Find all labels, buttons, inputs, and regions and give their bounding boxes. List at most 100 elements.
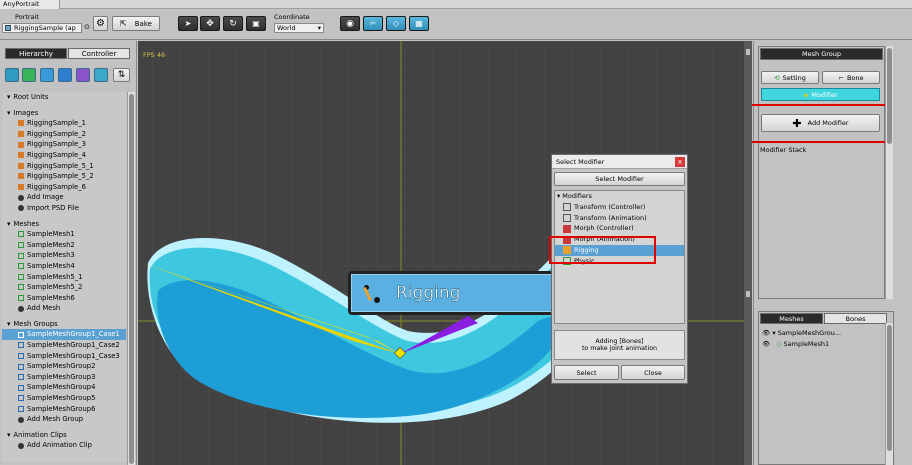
- list-item[interactable]: SampleMeshGroup4: [2, 382, 126, 393]
- section-title: Images: [13, 108, 39, 117]
- mesh-icon: [18, 242, 24, 249]
- list-item[interactable]: SampleMeshGroup1_Case3: [2, 351, 126, 362]
- list-item[interactable]: SampleMesh5_2: [2, 282, 126, 293]
- modifier-label: Transform (Controller): [574, 202, 646, 211]
- rotate-icon: ↻: [229, 18, 237, 29]
- list-item[interactable]: RiggingSample_1: [2, 118, 126, 129]
- add-image-item[interactable]: Add Image: [2, 192, 126, 203]
- filter-images-button[interactable]: [5, 68, 19, 82]
- section-images[interactable]: ▾ Images: [2, 108, 126, 119]
- list-item[interactable]: SampleMesh5_1: [2, 272, 126, 283]
- item-label: RiggingSample_3: [27, 140, 86, 149]
- mesh-visibility-button[interactable]: ◇: [386, 16, 406, 31]
- mesh-icon: [18, 263, 24, 270]
- scrollbar-thumb[interactable]: [887, 48, 892, 144]
- list-item[interactable]: RiggingSample_5_1: [2, 161, 126, 172]
- list-item[interactable]: SampleMesh1: [2, 229, 126, 240]
- select-button[interactable]: Select: [554, 365, 619, 380]
- inspector-scrollbar[interactable]: [885, 46, 893, 299]
- add-icon: [18, 442, 24, 449]
- list-item[interactable]: SampleMesh2: [2, 240, 126, 251]
- item-label: SampleMesh3: [27, 251, 75, 260]
- modifier-item[interactable]: Morph (Controller): [555, 223, 684, 234]
- tab-bones[interactable]: Bones: [824, 313, 887, 324]
- select-tool-button[interactable]: ➤: [178, 16, 198, 31]
- sort-button[interactable]: ⇅: [113, 68, 130, 82]
- modifiers-category[interactable]: ▾ Modifiers: [555, 191, 684, 202]
- import-psd-item[interactable]: Import PSD File: [2, 203, 126, 214]
- list-item-selected[interactable]: SampleMeshGroup1_Case1: [2, 329, 126, 341]
- tree-mesh-group[interactable]: 👁 ▾ SampleMeshGrou...: [762, 329, 841, 337]
- window-tab[interactable]: AnyPortrait: [0, 0, 60, 9]
- item-label: Add Mesh Group: [27, 415, 84, 424]
- scale-tool-button[interactable]: ▣: [246, 16, 266, 31]
- rigging-highlight-box: [549, 236, 656, 264]
- bake-button[interactable]: ⇱ Bake: [112, 16, 160, 31]
- settings-button[interactable]: ⚙: [93, 16, 108, 31]
- list-item[interactable]: SampleMesh4: [2, 261, 126, 272]
- move-tool-button[interactable]: ✥: [200, 16, 220, 31]
- hierarchy-panel: Hierarchy Controller ⇅ ▾ Root Units ▾ Imag…: [0, 41, 137, 465]
- close-icon[interactable]: x: [675, 157, 685, 167]
- scrollbar-thumb[interactable]: [129, 94, 134, 464]
- add-icon: [18, 194, 24, 201]
- item-label: SampleMeshGroup5: [27, 394, 96, 403]
- viewport-scrollbar[interactable]: [744, 41, 752, 465]
- section-meshes[interactable]: ▾ Meshes: [2, 219, 126, 230]
- list-item[interactable]: RiggingSample_2: [2, 129, 126, 140]
- section-animation-clips[interactable]: ▾ Animation Clips: [2, 430, 126, 441]
- filter-meshgroups-button[interactable]: [40, 68, 54, 82]
- list-item[interactable]: SampleMeshGroup2: [2, 361, 126, 372]
- tab-controller[interactable]: Controller: [68, 48, 130, 59]
- tab-hierarchy[interactable]: Hierarchy: [5, 48, 67, 59]
- list-item[interactable]: RiggingSample_6: [2, 182, 126, 193]
- add-mesh-group-item[interactable]: Add Mesh Group: [2, 414, 126, 425]
- physics-button[interactable]: ▦: [409, 16, 429, 31]
- item-label: SampleMesh5_2: [27, 283, 83, 292]
- add-mesh-item[interactable]: Add Mesh: [2, 303, 126, 314]
- add-animation-clip-item[interactable]: Add Animation Clip: [2, 440, 126, 451]
- filter-params-button[interactable]: [76, 68, 90, 82]
- filter-clips-button[interactable]: [58, 68, 72, 82]
- coordinate-select[interactable]: World ▾: [274, 23, 324, 33]
- hierarchy-scrollbar[interactable]: [127, 92, 135, 465]
- bone-visibility-button[interactable]: ⌐: [363, 16, 383, 31]
- modifier-item[interactable]: Transform (Controller): [555, 202, 684, 213]
- list-item[interactable]: RiggingSample_3: [2, 139, 126, 150]
- list-item[interactable]: RiggingSample_5_2: [2, 171, 126, 182]
- scrollbar-thumb[interactable]: [887, 325, 892, 451]
- item-label: Add Mesh: [27, 304, 61, 313]
- close-button[interactable]: Close: [621, 365, 685, 380]
- list-item[interactable]: SampleMeshGroup1_Case2: [2, 340, 126, 351]
- meshes-panel: Meshes Bones 👁 ▾ SampleMeshGrou... 👁 ◇ S…: [758, 311, 894, 465]
- section-title: Root Units: [13, 93, 49, 101]
- meshes-scrollbar[interactable]: [885, 323, 893, 465]
- list-item[interactable]: RiggingSample_4: [2, 150, 126, 161]
- list-item[interactable]: SampleMesh6: [2, 293, 126, 304]
- scroll-marker[interactable]: [746, 291, 750, 297]
- rotate-tool-button[interactable]: ↻: [223, 16, 243, 31]
- inspector-panel: Mesh Group ⟲ Setting ⌐ Bone ◈ Modifier ✚ Add…: [746, 41, 912, 465]
- list-item[interactable]: SampleMeshGroup6: [2, 404, 126, 415]
- filter-portrait-button[interactable]: [94, 68, 108, 82]
- onion-button[interactable]: ◉: [340, 16, 360, 31]
- list-item[interactable]: SampleMeshGroup3: [2, 372, 126, 383]
- modifier-item[interactable]: Transform (Animation): [555, 213, 684, 224]
- modifier-tab-button[interactable]: ◈ Modifier: [761, 88, 880, 101]
- tab-meshes[interactable]: Meshes: [760, 313, 823, 324]
- image-icon: [18, 162, 24, 169]
- image-icon: [18, 184, 24, 191]
- list-item[interactable]: SampleMeshGroup5: [2, 393, 126, 404]
- filter-meshes-button[interactable]: [22, 68, 36, 82]
- meshgroup-icon: [18, 395, 24, 402]
- tree-mesh[interactable]: 👁 ◇ SampleMesh1: [762, 340, 829, 348]
- portrait-field[interactable]: RiggingSample (ap: [2, 23, 82, 33]
- list-item[interactable]: SampleMesh3: [2, 250, 126, 261]
- section-mesh-groups[interactable]: ▾ Mesh Groups: [2, 319, 126, 330]
- setting-button[interactable]: ⟲ Setting: [761, 71, 819, 84]
- hierarchy-tree: ▾ Root Units ▾ Images RiggingSample_1 Rigg…: [2, 92, 126, 462]
- section-root-units[interactable]: ▾ Root Units: [2, 92, 126, 103]
- bone-button[interactable]: ⌐ Bone: [822, 71, 880, 84]
- scroll-up-arrow[interactable]: [746, 49, 750, 55]
- object-picker-icon[interactable]: ⊙: [84, 23, 90, 31]
